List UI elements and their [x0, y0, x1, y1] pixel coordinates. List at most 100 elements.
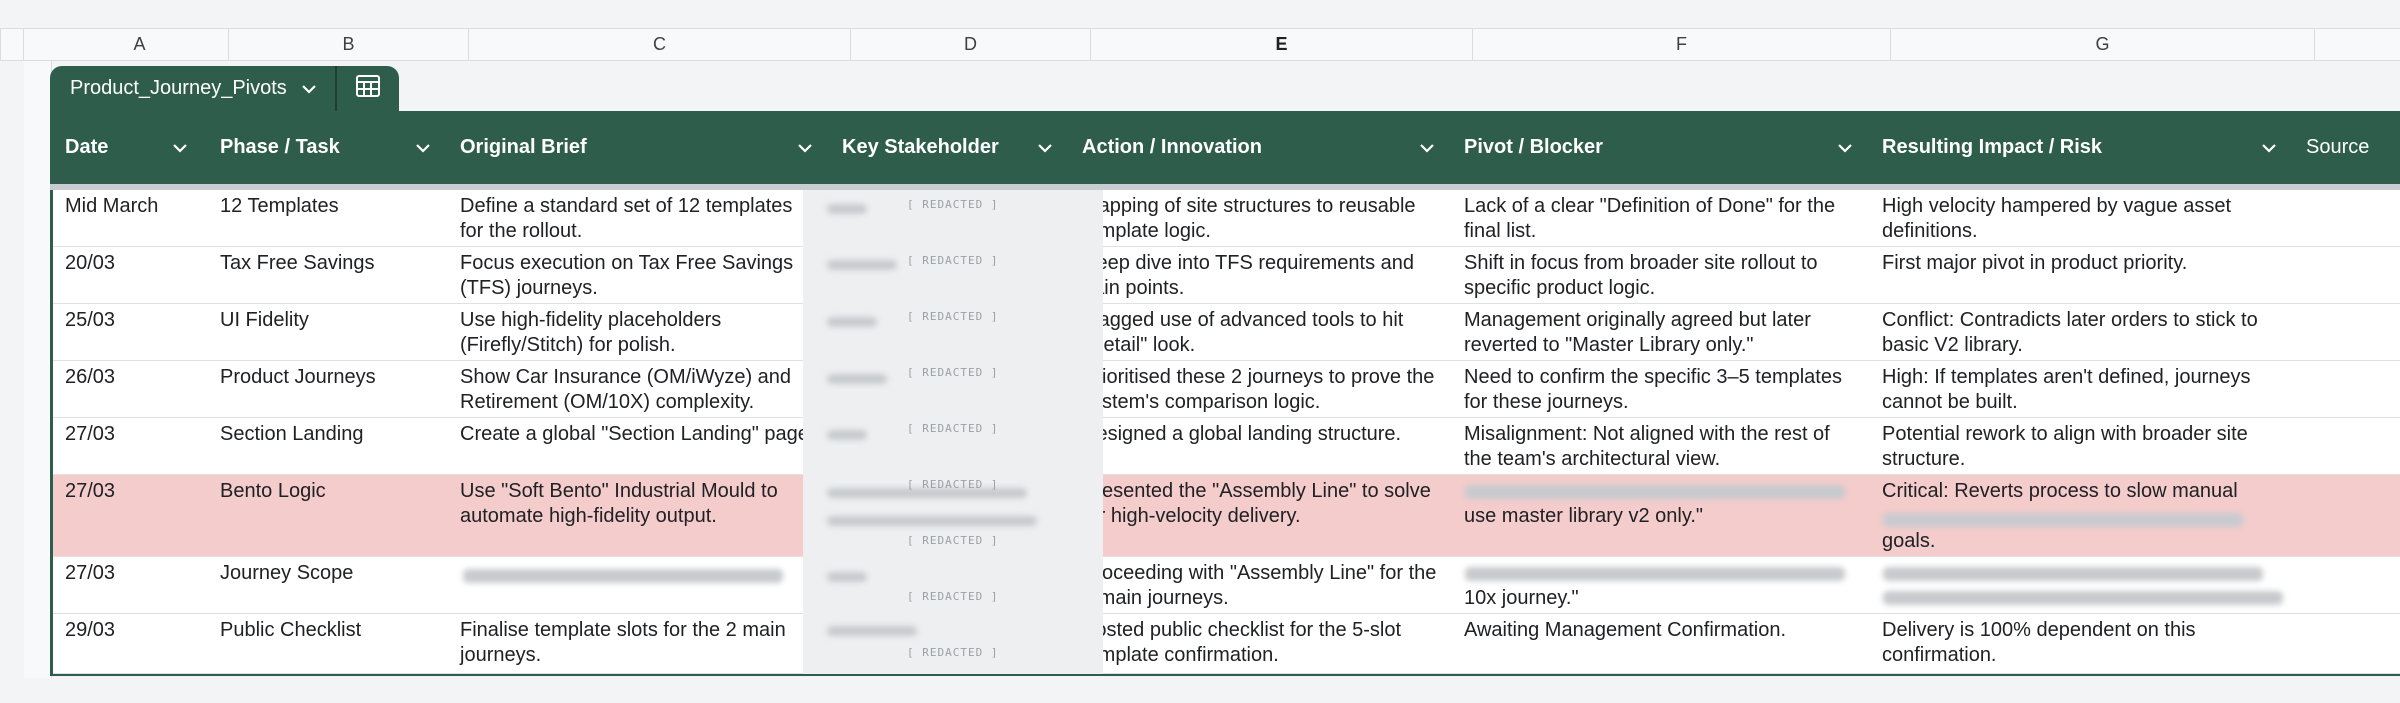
blurred-text: [1465, 485, 1845, 499]
cell-pivot[interactable]: Awaiting Management Confirmation.: [1452, 614, 1870, 643]
cell-action[interactable]: Presented the "Assembly Line" to solve f…: [1070, 475, 1452, 529]
cell-phase[interactable]: Journey Scope: [208, 557, 448, 586]
table-body: Mid March 12 Templates Define a standard…: [50, 190, 2400, 674]
cell-action[interactable]: Posted public checklist for the 5-slot t…: [1070, 614, 1452, 668]
header-label: Phase / Task: [220, 136, 340, 158]
cell-impact[interactable]: High: If templates aren't defined, journ…: [1870, 361, 2294, 415]
cell-date[interactable]: 27/03: [53, 475, 205, 504]
cell-action[interactable]: Prioritised these 2 journeys to prove th…: [1070, 361, 1452, 415]
cell-pivot[interactable]: Need to confirm the specific 3–5 templat…: [1452, 361, 1870, 415]
cell-date[interactable]: 25/03: [53, 304, 205, 333]
cell-impact[interactable]: Conflict: Contradicts later orders to st…: [1870, 304, 2294, 358]
chevron-down-icon[interactable]: [794, 137, 816, 159]
cell-action[interactable]: Deep dive into TFS requirements and pain…: [1070, 247, 1452, 301]
cell-action[interactable]: Designed a global landing structure.: [1070, 418, 1452, 447]
cell-pivot[interactable]: Shift in focus from broader site rollout…: [1452, 247, 1870, 301]
table-name-tab: Product_Journey_Pivots: [50, 66, 399, 111]
table-row[interactable]: 20/03 Tax Free Savings Focus execution o…: [53, 247, 2400, 304]
cell-impact[interactable]: First major pivot in product priority.: [1870, 247, 2294, 276]
cell-action[interactable]: Flagged use of advanced tools to hit "Re…: [1070, 304, 1452, 358]
table-row[interactable]: 27/03 Journey Scope Proceeding with "Ass…: [53, 557, 2400, 614]
column-letter-a[interactable]: A: [51, 29, 229, 60]
header-resulting-impact[interactable]: Resulting Impact / Risk: [1870, 111, 2294, 184]
cell-phase[interactable]: Bento Logic: [208, 475, 448, 504]
header-pivot-blocker[interactable]: Pivot / Blocker: [1452, 111, 1870, 184]
header-label: Action / Innovation: [1082, 136, 1262, 158]
cell-action[interactable]: Proceeding with "Assembly Line" for the …: [1070, 557, 1452, 611]
column-letter-g[interactable]: G: [1891, 29, 2315, 60]
chevron-down-icon: [301, 77, 317, 100]
chevron-down-icon[interactable]: [1416, 137, 1438, 159]
header-action-innovation[interactable]: Action / Innovation: [1070, 111, 1452, 184]
cell-brief[interactable]: Focus execution on Tax Free Savings (TFS…: [448, 247, 830, 301]
cell-phase[interactable]: 12 Templates: [208, 190, 448, 219]
cell-date[interactable]: Mid March: [53, 190, 205, 219]
redacted-label: [ REDACTED ]: [907, 478, 999, 491]
cell-impact[interactable]: Potential rework to align with broader s…: [1870, 418, 2294, 472]
table-row-highlighted[interactable]: 27/03 Bento Logic Use "Soft Bento" Indus…: [53, 475, 2400, 557]
cell-brief[interactable]: Use "Soft Bento" Industrial Mould to aut…: [448, 475, 830, 529]
cell-impact[interactable]: High velocity hampered by vague asset de…: [1870, 190, 2294, 244]
cell-phase[interactable]: Tax Free Savings: [208, 247, 448, 276]
select-all-corner[interactable]: [0, 28, 24, 61]
redacted-label: [ REDACTED ]: [907, 198, 999, 211]
column-letter-d[interactable]: D: [851, 29, 1091, 60]
header-original-brief[interactable]: Original Brief: [448, 111, 830, 184]
redacted-label: [ REDACTED ]: [907, 310, 999, 323]
header-label: Source: [2306, 136, 2370, 158]
cell-phase[interactable]: Public Checklist: [208, 614, 448, 643]
column-letter-c[interactable]: C: [469, 29, 851, 60]
redacted-label: [ REDACTED ]: [907, 534, 999, 547]
redacted-label: [ REDACTED ]: [907, 590, 999, 603]
stakeholder-redaction-panel: [ REDACTED ] [ REDACTED ] [ REDACTED ] […: [803, 190, 1103, 674]
cell-phase[interactable]: Product Journeys: [208, 361, 448, 390]
cell-brief[interactable]: Show Car Insurance (OM/iWyze) and Retire…: [448, 361, 830, 415]
chevron-down-icon[interactable]: [1034, 137, 1056, 159]
header-label: Date: [65, 136, 109, 158]
column-letter-e[interactable]: E: [1091, 29, 1473, 60]
cell-brief[interactable]: Define a standard set of 12 templates fo…: [448, 190, 830, 244]
chevron-down-icon[interactable]: [169, 137, 191, 159]
cell-phase[interactable]: Section Landing: [208, 418, 448, 447]
column-letter-f[interactable]: F: [1473, 29, 1891, 60]
table-row[interactable]: 27/03 Section Landing Create a global "S…: [53, 418, 2400, 475]
table-row[interactable]: 29/03 Public Checklist Finalise template…: [53, 614, 2400, 674]
cell-brief[interactable]: Use high-fidelity placeholders (Firefly/…: [448, 304, 830, 358]
cell-date[interactable]: 29/03: [53, 614, 205, 643]
cell-phase[interactable]: UI Fidelity: [208, 304, 448, 333]
table-row[interactable]: 25/03 UI Fidelity Use high-fidelity plac…: [53, 304, 2400, 361]
table-row[interactable]: 26/03 Product Journeys Show Car Insuranc…: [53, 361, 2400, 418]
cell-date[interactable]: 27/03: [53, 557, 205, 586]
cell-date[interactable]: 20/03: [53, 247, 205, 276]
column-letter-b[interactable]: B: [229, 29, 469, 60]
blurred-text: [827, 374, 887, 384]
cell-impact-line1[interactable]: Critical: Reverts process to slow manual: [1870, 475, 2294, 504]
cell-impact-line3[interactable]: goals.: [1870, 525, 2294, 554]
header-phase-task[interactable]: Phase / Task: [208, 111, 448, 184]
cell-brief[interactable]: Create a global "Section Landing" page.: [448, 418, 830, 447]
cell-impact[interactable]: Delivery is 100% dependent on this confi…: [1870, 614, 2294, 668]
cell-pivot[interactable]: Lack of a clear "Definition of Done" for…: [1452, 190, 1870, 244]
table-name-label: Product_Journey_Pivots: [70, 77, 287, 99]
table-calculator-button[interactable]: [336, 66, 399, 111]
cell-pivot[interactable]: 10x journey.": [1452, 582, 1870, 611]
table-header-row: Date Phase / Task Original Brief Key Sta…: [50, 111, 2400, 184]
table-name-button[interactable]: Product_Journey_Pivots: [50, 66, 335, 111]
header-label: Resulting Impact / Risk: [1882, 136, 2103, 158]
cell-pivot[interactable]: Misalignment: Not aligned with the rest …: [1452, 418, 1870, 472]
cell-date[interactable]: 27/03: [53, 418, 205, 447]
blurred-text: [827, 516, 1037, 526]
cell-action[interactable]: Mapping of site structures to reusable t…: [1070, 190, 1452, 244]
chevron-down-icon[interactable]: [2258, 137, 2280, 159]
cell-pivot[interactable]: use master library v2 only.": [1452, 500, 1870, 529]
header-key-stakeholder[interactable]: Key Stakeholder: [830, 111, 1070, 184]
table-row[interactable]: Mid March 12 Templates Define a standard…: [53, 190, 2400, 247]
chevron-down-icon[interactable]: [412, 137, 434, 159]
cell-pivot[interactable]: Management originally agreed but later r…: [1452, 304, 1870, 358]
header-source[interactable]: Source: [2294, 111, 2400, 184]
redacted-label: [ REDACTED ]: [907, 254, 999, 267]
chevron-down-icon[interactable]: [1834, 137, 1856, 159]
cell-brief[interactable]: Finalise template slots for the 2 main j…: [448, 614, 830, 668]
header-date[interactable]: Date: [53, 111, 205, 184]
cell-date[interactable]: 26/03: [53, 361, 205, 390]
